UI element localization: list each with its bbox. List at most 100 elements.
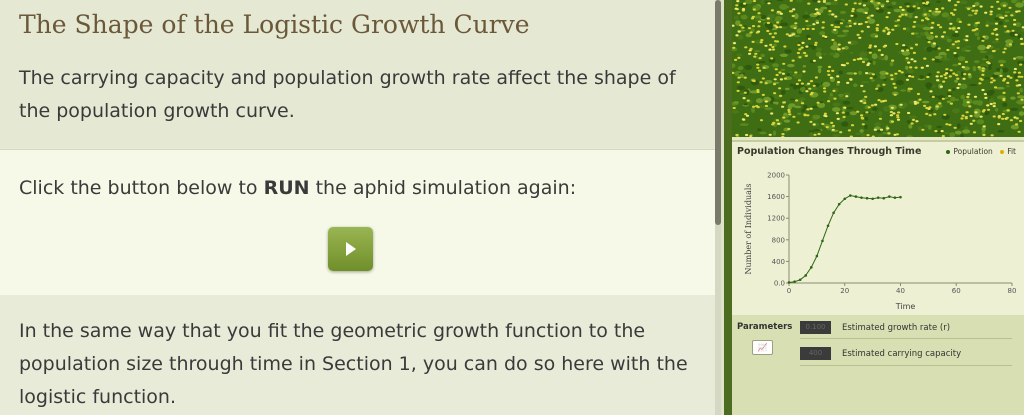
aphid-shape: [823, 114, 827, 117]
aphid-shape: [954, 4, 958, 7]
aphid-shape: [992, 115, 996, 118]
leaf-shape: [733, 15, 739, 20]
scrollbar-thumb[interactable]: [715, 0, 721, 225]
aphid-shape: [943, 113, 947, 116]
aphid-shape: [736, 0, 740, 3]
aphid-shape: [821, 122, 825, 126]
aphid-shape: [851, 10, 855, 13]
aphid-shape: [778, 87, 782, 90]
aphid-shape: [751, 25, 756, 28]
aphid-shape: [781, 135, 785, 137]
aphid-shape: [911, 118, 916, 121]
aphid-shape: [982, 133, 986, 137]
aphid-shape: [915, 120, 919, 123]
aphid-shape: [732, 24, 735, 27]
leaf-shape: [977, 44, 986, 51]
aphid-shape: [792, 115, 796, 118]
aphid-shape: [874, 35, 879, 38]
aphid-shape: [776, 21, 780, 24]
aphid-shape: [856, 58, 860, 61]
aphid-shape: [967, 23, 971, 26]
aphid-shape: [858, 2, 862, 5]
leaf-shape: [753, 50, 761, 53]
aphid-shape: [880, 5, 885, 8]
population-data-point: [810, 266, 813, 269]
aphid-shape: [849, 135, 853, 137]
aphid-shape: [805, 90, 809, 93]
leaf-shape: [837, 34, 846, 38]
leaf-shape: [997, 129, 1005, 133]
aphid-shape: [972, 4, 976, 8]
population-data-point: [854, 195, 858, 198]
chart-icon[interactable]: 📈: [752, 340, 773, 355]
scrollbar[interactable]: [715, 0, 721, 415]
aphid-shape: [912, 5, 916, 8]
aphid-shape: [892, 82, 896, 85]
aphid-shape: [860, 114, 864, 117]
leaf-shape: [780, 68, 786, 71]
aphid-shape: [882, 83, 886, 86]
aphid-shape: [958, 20, 962, 23]
aphid-shape: [757, 25, 761, 28]
aphid-shape: [867, 106, 871, 109]
leaf-shape: [906, 69, 914, 74]
leaf-shape: [867, 18, 876, 24]
leaf-shape: [736, 53, 743, 57]
aphid-shape: [772, 83, 777, 86]
aphid-shape: [923, 104, 927, 107]
aphid-shape: [935, 105, 939, 108]
leaf-shape: [988, 66, 992, 70]
leaf-shape: [941, 12, 950, 18]
aphid-shape: [967, 73, 971, 76]
aphid-shape: [795, 82, 799, 86]
growth-rate-label: Estimated growth rate (r): [842, 323, 951, 333]
growth-rate-input[interactable]: 0.100: [800, 321, 831, 334]
aphid-shape: [1002, 51, 1006, 54]
aphid-shape: [827, 100, 831, 103]
aphid-shape: [899, 6, 903, 9]
leaf-shape: [772, 130, 777, 136]
aphid-shape: [905, 57, 909, 60]
aphid-shape: [817, 0, 821, 3]
aphid-shape: [953, 126, 957, 129]
leaf-shape: [959, 0, 968, 4]
aphid-shape: [925, 112, 929, 115]
aphid-shape: [1001, 16, 1005, 19]
aphid-shape: [877, 99, 881, 102]
aphid-shape: [837, 43, 841, 46]
leaf-shape: [812, 0, 818, 3]
aphid-shape: [804, 54, 808, 58]
aphid-shape: [833, 28, 837, 31]
leaf-shape: [780, 22, 789, 27]
carrying-capacity-input[interactable]: 400: [800, 347, 831, 360]
aphid-shape: [992, 79, 996, 82]
aphid-shape: [843, 106, 847, 109]
aphid-shape: [949, 69, 953, 72]
aphid-shape: [916, 92, 921, 96]
aphid-shape: [949, 22, 953, 25]
aphid-shape: [956, 40, 961, 43]
pane-divider: [724, 0, 732, 415]
aphid-shape: [937, 10, 941, 13]
leaf-shape: [870, 110, 875, 113]
aphid-shape: [1013, 71, 1017, 74]
aphid-shape: [814, 8, 819, 11]
aphid-shape: [752, 8, 756, 11]
aphid-shape: [886, 127, 890, 130]
aphid-shape: [775, 40, 780, 43]
leaf-shape: [1015, 56, 1024, 59]
aphid-shape: [764, 100, 768, 103]
aphid-shape: [736, 81, 740, 84]
leaf-shape: [895, 79, 904, 86]
population-data-point: [837, 202, 841, 206]
aphid-shape: [880, 53, 884, 57]
population-data-point: [876, 196, 880, 199]
run-simulation-button[interactable]: [328, 227, 373, 271]
aphid-shape: [931, 95, 935, 98]
leaf-shape: [954, 79, 958, 83]
aphid-shape: [935, 7, 939, 11]
aphid-shape: [745, 133, 749, 137]
aphid-shape: [979, 5, 983, 8]
aphid-shape: [782, 62, 786, 65]
aphid-shape: [965, 35, 969, 38]
